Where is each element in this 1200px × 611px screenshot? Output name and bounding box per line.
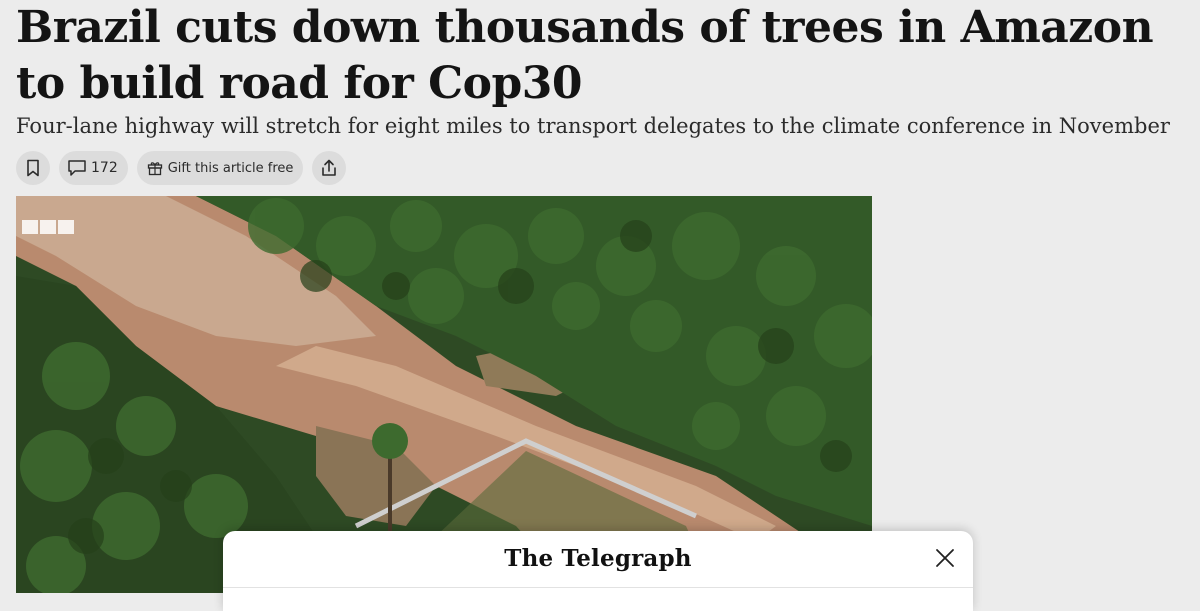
bookmark-button[interactable]	[16, 151, 50, 185]
masthead-logo: The Telegraph	[504, 545, 692, 572]
share-button[interactable]	[312, 151, 347, 185]
comments-button[interactable]: 172	[59, 151, 128, 185]
close-icon	[933, 549, 957, 574]
close-button[interactable]	[933, 546, 957, 570]
gift-icon	[147, 160, 163, 176]
article-actions: 172 Gift this article free	[16, 151, 347, 185]
modal-divider	[223, 587, 973, 588]
comment-icon	[67, 159, 87, 177]
standfirst: Four-lane highway will stretch for eight…	[16, 114, 1170, 138]
headline: Brazil cuts down thousands of trees in A…	[16, 2, 1154, 109]
share-icon	[321, 159, 337, 177]
gift-article-button[interactable]: Gift this article free	[136, 151, 304, 185]
bbc-watermark	[22, 220, 74, 234]
subscribe-modal: The Telegraph	[223, 531, 973, 611]
gift-label: Gift this article free	[167, 160, 294, 176]
bookmark-icon	[26, 159, 40, 177]
comment-count: 172	[91, 160, 118, 176]
